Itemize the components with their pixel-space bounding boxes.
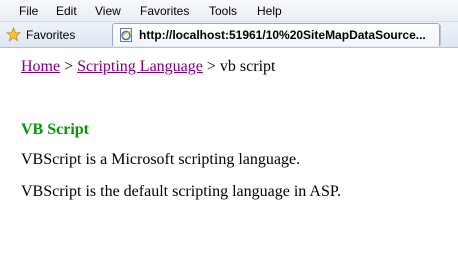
breadcrumb-scripting-link[interactable]: Scripting Language [77,58,203,75]
breadcrumb-current: vb script [219,58,276,75]
menu-file[interactable]: File [19,4,38,18]
breadcrumb: Home > Scripting Language > vb script [21,58,275,76]
favorites-button[interactable]: Favorites [6,25,75,44]
breadcrumb-separator: > [60,58,78,75]
page-heading: VB Script [21,121,89,138]
breadcrumb-home-link[interactable]: Home [21,58,60,75]
menu-view[interactable]: View [95,4,121,18]
paragraph-default-language: VBScript is the default scripting langua… [21,183,341,200]
browser-tab[interactable]: http://localhost:51961/10%20SiteMapDataS… [112,23,440,46]
tab-title: http://localhost:51961/10%20SiteMapDataS… [139,28,426,42]
breadcrumb-separator: > [202,58,220,75]
menu-bar: File Edit View Favorites Tools Help [0,0,458,22]
menu-favorites[interactable]: Favorites [140,4,189,18]
menu-tools[interactable]: Tools [209,4,237,18]
tab-overflow-area [440,25,458,45]
favorites-label: Favorites [26,27,76,42]
menu-edit[interactable]: Edit [56,4,77,18]
paragraph-description: VBScript is a Microsoft scripting langua… [21,151,301,168]
favorites-toolbar: Favorites http://localhost:51961/10%20Si… [0,22,458,48]
menu-help[interactable]: Help [257,4,282,18]
star-icon [6,27,21,42]
ie-page-icon [120,28,132,42]
